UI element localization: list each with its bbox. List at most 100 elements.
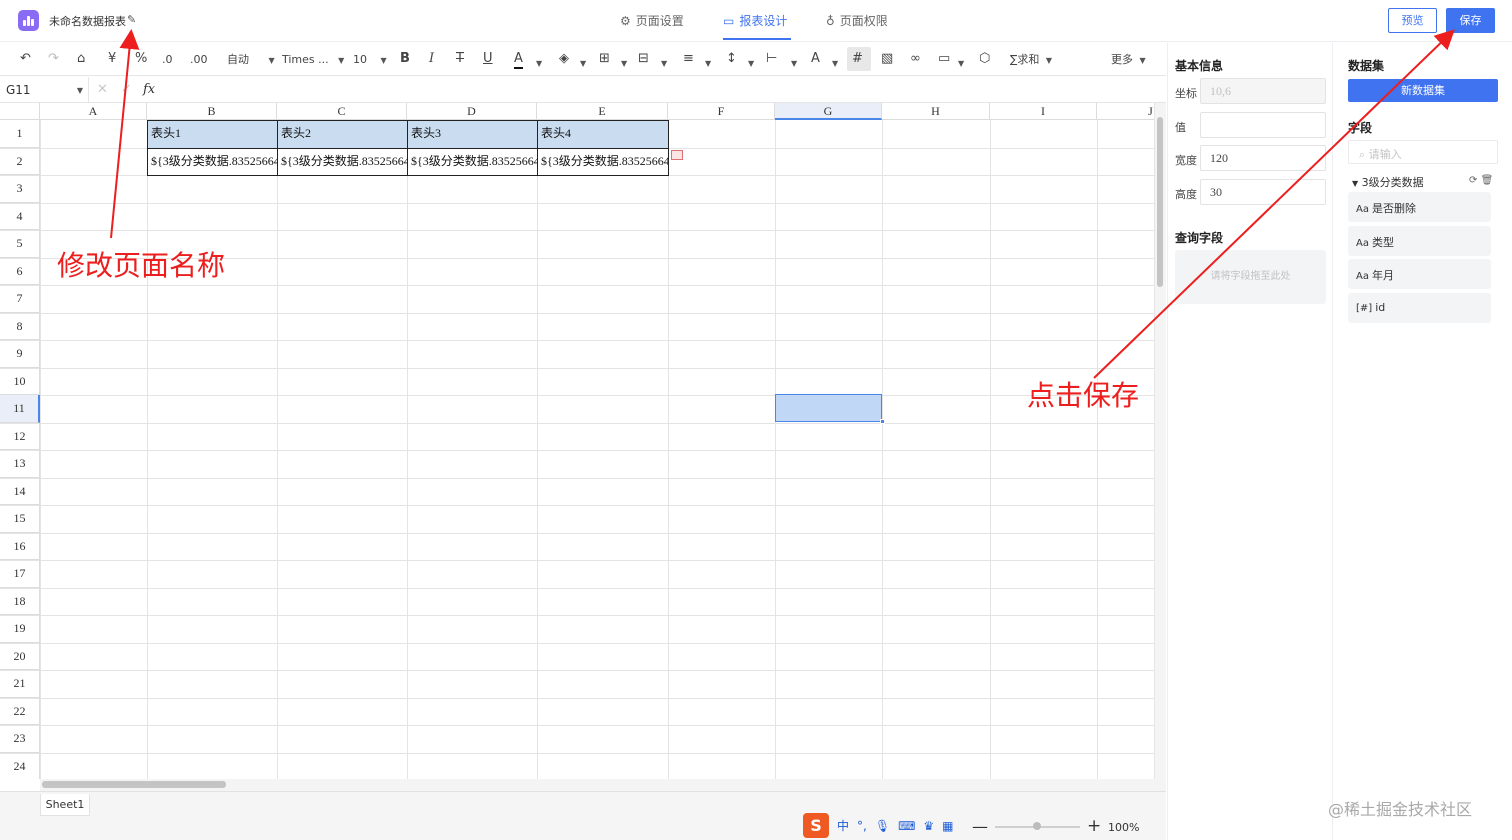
- column-header[interactable]: I: [990, 103, 1097, 120]
- column-header[interactable]: H: [882, 103, 990, 120]
- row-header[interactable]: 11: [0, 395, 40, 423]
- selected-cell[interactable]: [775, 394, 882, 422]
- header-cell[interactable]: 表头1: [147, 120, 278, 149]
- hash-icon[interactable]: #: [852, 51, 863, 67]
- vertical-align-icon[interactable]: ↕: [726, 51, 737, 67]
- increase-decimal-icon[interactable]: .00: [190, 52, 208, 68]
- value-field[interactable]: [1200, 112, 1326, 138]
- save-button[interactable]: 保存: [1446, 8, 1495, 33]
- data-cell[interactable]: ${3级分类数据.83525664: [147, 147, 278, 176]
- chevron-down-icon[interactable]: ▼: [536, 56, 542, 72]
- text-color-icon[interactable]: A: [514, 51, 523, 69]
- width-field[interactable]: 120: [1200, 145, 1326, 171]
- underline-icon[interactable]: U: [483, 51, 493, 67]
- tab-page-permissions[interactable]: ♁ 页面权限: [826, 12, 888, 29]
- chevron-down-icon[interactable]: ▼: [661, 56, 667, 72]
- field-item[interactable]: Aa 类型: [1348, 226, 1491, 256]
- column-header[interactable]: D: [407, 103, 537, 120]
- field-item[interactable]: Aa 年月: [1348, 259, 1491, 289]
- number-format-select[interactable]: 自动 ▼: [227, 52, 275, 69]
- image-icon[interactable]: ▧: [881, 51, 893, 67]
- strikethrough-icon[interactable]: T: [456, 51, 464, 67]
- sum-button[interactable]: ∑求和 ▼: [1010, 52, 1052, 69]
- data-cell[interactable]: ${3级分类数据.83525664: [407, 147, 538, 176]
- row-header[interactable]: 13: [0, 450, 40, 478]
- row-header[interactable]: 8: [0, 312, 40, 340]
- chevron-down-icon[interactable]: ▼: [958, 56, 964, 72]
- header-cell[interactable]: 表头3: [407, 120, 538, 149]
- decrease-decimal-icon[interactable]: .0: [162, 52, 173, 68]
- data-cell[interactable]: ${3级分类数据.83525664: [277, 147, 408, 176]
- row-header[interactable]: 10: [0, 367, 40, 395]
- tab-page-settings[interactable]: ⚙ 页面设置: [620, 12, 684, 29]
- undo-icon[interactable]: ↶: [20, 51, 31, 67]
- column-header[interactable]: C: [277, 103, 407, 120]
- vertical-scroll-thumb[interactable]: [1157, 117, 1163, 287]
- row-header[interactable]: 15: [0, 505, 40, 533]
- sheet-tab[interactable]: Sheet1: [40, 794, 90, 816]
- row-header[interactable]: 1: [0, 120, 40, 148]
- link-icon[interactable]: ∞: [910, 51, 921, 67]
- cube-icon[interactable]: ⬡: [979, 51, 990, 67]
- trash-icon[interactable]: 🗑: [1481, 175, 1494, 186]
- text-wrap-icon[interactable]: ⊢: [766, 51, 777, 67]
- column-header[interactable]: F: [668, 103, 775, 120]
- currency-icon[interactable]: ¥: [108, 51, 116, 67]
- comment-icon[interactable]: ▭: [938, 51, 950, 67]
- row-header[interactable]: 16: [0, 532, 40, 560]
- more-button[interactable]: 更多 ▼: [1111, 52, 1146, 69]
- row-header[interactable]: 14: [0, 477, 40, 505]
- row-header[interactable]: 21: [0, 670, 40, 698]
- horizontal-scroll-thumb[interactable]: [42, 781, 226, 788]
- format-painter-icon[interactable]: ⌂: [77, 51, 85, 67]
- zoom-slider-handle[interactable]: [1033, 822, 1041, 830]
- field-item[interactable]: [#] id: [1348, 293, 1491, 323]
- ime-punctuation[interactable]: °,: [857, 819, 867, 833]
- chevron-down-icon[interactable]: ▼: [832, 56, 838, 72]
- header-cell[interactable]: 表头2: [277, 120, 408, 149]
- align-left-icon[interactable]: ≡: [683, 51, 694, 67]
- text-rotate-icon[interactable]: A: [811, 51, 820, 67]
- cell-menu-icon[interactable]: [671, 150, 683, 160]
- dataset-group[interactable]: ▼ 3级分类数据: [1352, 174, 1424, 190]
- chevron-down-icon[interactable]: ▼: [791, 56, 797, 72]
- cell-name-box[interactable]: G11 ▼: [0, 77, 89, 103]
- chevron-down-icon[interactable]: ▼: [621, 56, 627, 72]
- row-header[interactable]: 6: [0, 257, 40, 285]
- row-header[interactable]: 20: [0, 642, 40, 670]
- new-dataset-button[interactable]: 新数据集: [1348, 79, 1498, 102]
- column-header[interactable]: A: [40, 103, 147, 120]
- refresh-icon[interactable]: ⟳: [1469, 175, 1477, 186]
- row-header[interactable]: 22: [0, 697, 40, 725]
- microphone-icon[interactable]: 🎙: [875, 819, 890, 833]
- bold-icon[interactable]: B: [400, 51, 410, 67]
- data-cell[interactable]: ${3级分类数据.83525664.: [537, 147, 669, 176]
- italic-icon[interactable]: I: [429, 51, 434, 67]
- cancel-formula-icon[interactable]: ✕: [97, 82, 108, 97]
- spreadsheet-grid[interactable]: A B C D E F G H I J 1 2 3 4 5 6 7 8 9 10 11 12 13 14 15 16 17 18 19 2…: [0, 103, 1154, 779]
- font-family-select[interactable]: Times ... ▼: [282, 52, 344, 69]
- chevron-down-icon[interactable]: ▼: [705, 56, 711, 72]
- skin-icon[interactable]: ♛: [923, 819, 934, 833]
- row-header[interactable]: 2: [0, 147, 40, 175]
- border-icon[interactable]: ⊞: [599, 51, 610, 67]
- row-header[interactable]: 24: [0, 752, 40, 779]
- column-header[interactable]: G: [775, 103, 882, 120]
- row-header[interactable]: 23: [0, 725, 40, 753]
- chevron-down-icon[interactable]: ▼: [580, 56, 586, 72]
- header-cell[interactable]: 表头4: [537, 120, 669, 149]
- field-item[interactable]: Aa 是否删除: [1348, 192, 1491, 222]
- row-header[interactable]: 5: [0, 230, 40, 258]
- row-header[interactable]: 4: [0, 202, 40, 230]
- zoom-out-icon[interactable]: —: [972, 817, 988, 836]
- tab-report-design[interactable]: ▭ 报表设计: [723, 12, 787, 29]
- row-header[interactable]: 12: [0, 422, 40, 450]
- edit-title-icon[interactable]: ✎: [127, 13, 136, 26]
- zoom-in-icon[interactable]: +: [1087, 816, 1101, 836]
- preview-button[interactable]: 预览: [1388, 8, 1437, 33]
- column-header[interactable]: B: [147, 103, 277, 120]
- font-size-select[interactable]: 10 ▼: [353, 52, 387, 69]
- ime-language[interactable]: 中: [837, 817, 849, 834]
- row-header[interactable]: 9: [0, 340, 40, 368]
- row-header[interactable]: 7: [0, 285, 40, 313]
